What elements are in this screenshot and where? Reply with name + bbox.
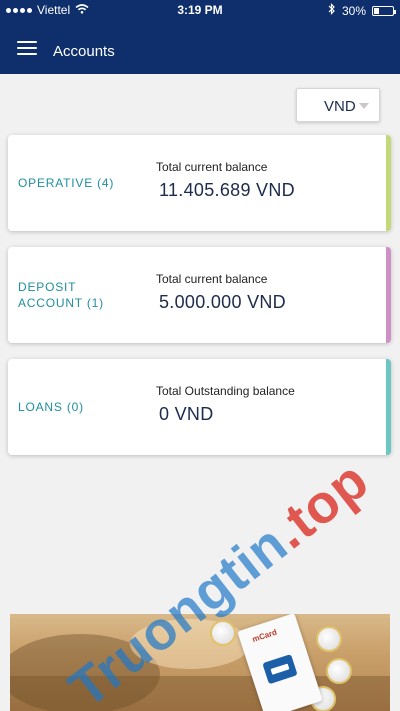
card-accent-bar xyxy=(386,247,391,343)
account-category-label: DEPOSIT ACCOUNT (1) xyxy=(18,280,104,310)
app-header: Accounts xyxy=(0,20,400,74)
hamburger-menu-icon[interactable] xyxy=(17,41,37,55)
credit-card-icon xyxy=(262,654,298,685)
balance-amount: 5.000.000 VND xyxy=(159,292,286,312)
chevron-down-icon xyxy=(359,103,369,109)
promo-banner[interactable]: mCard xyxy=(10,614,390,711)
card-accent-bar xyxy=(386,135,391,231)
currency-dropdown[interactable]: VND xyxy=(296,88,380,122)
balance-label: Total current balance xyxy=(156,160,268,174)
bluetooth-icon xyxy=(328,3,336,18)
account-card-operative[interactable]: OPERATIVE (4) Total current balance 11.4… xyxy=(8,135,391,231)
currency-value: VND xyxy=(324,98,356,115)
coin-icon xyxy=(326,658,352,684)
balance-amount: 11.405.689 VND xyxy=(159,180,295,200)
coin-icon xyxy=(210,620,236,646)
account-card-loans[interactable]: LOANS (0) Total Outstanding balance 0 VN… xyxy=(8,359,391,455)
account-category-label: OPERATIVE (4) xyxy=(18,176,115,190)
balance-label: Total current balance xyxy=(156,272,268,286)
status-bar: Viettel 3:19 PM 30% xyxy=(0,0,400,20)
coin-icon xyxy=(316,626,342,652)
page-title: Accounts xyxy=(53,43,115,60)
battery-icon xyxy=(372,5,396,16)
card-accent-bar xyxy=(386,359,391,455)
watermark-suffix: .top xyxy=(261,449,380,561)
balance-label: Total Outstanding balance xyxy=(156,384,295,398)
battery-percent: 30% xyxy=(341,3,366,18)
account-card-deposit[interactable]: DEPOSIT ACCOUNT (1) Total current balanc… xyxy=(8,247,391,343)
banner-brand: mCard xyxy=(251,627,279,644)
account-category-label: LOANS (0) xyxy=(18,400,84,414)
balance-amount: 0 VND xyxy=(159,404,214,424)
